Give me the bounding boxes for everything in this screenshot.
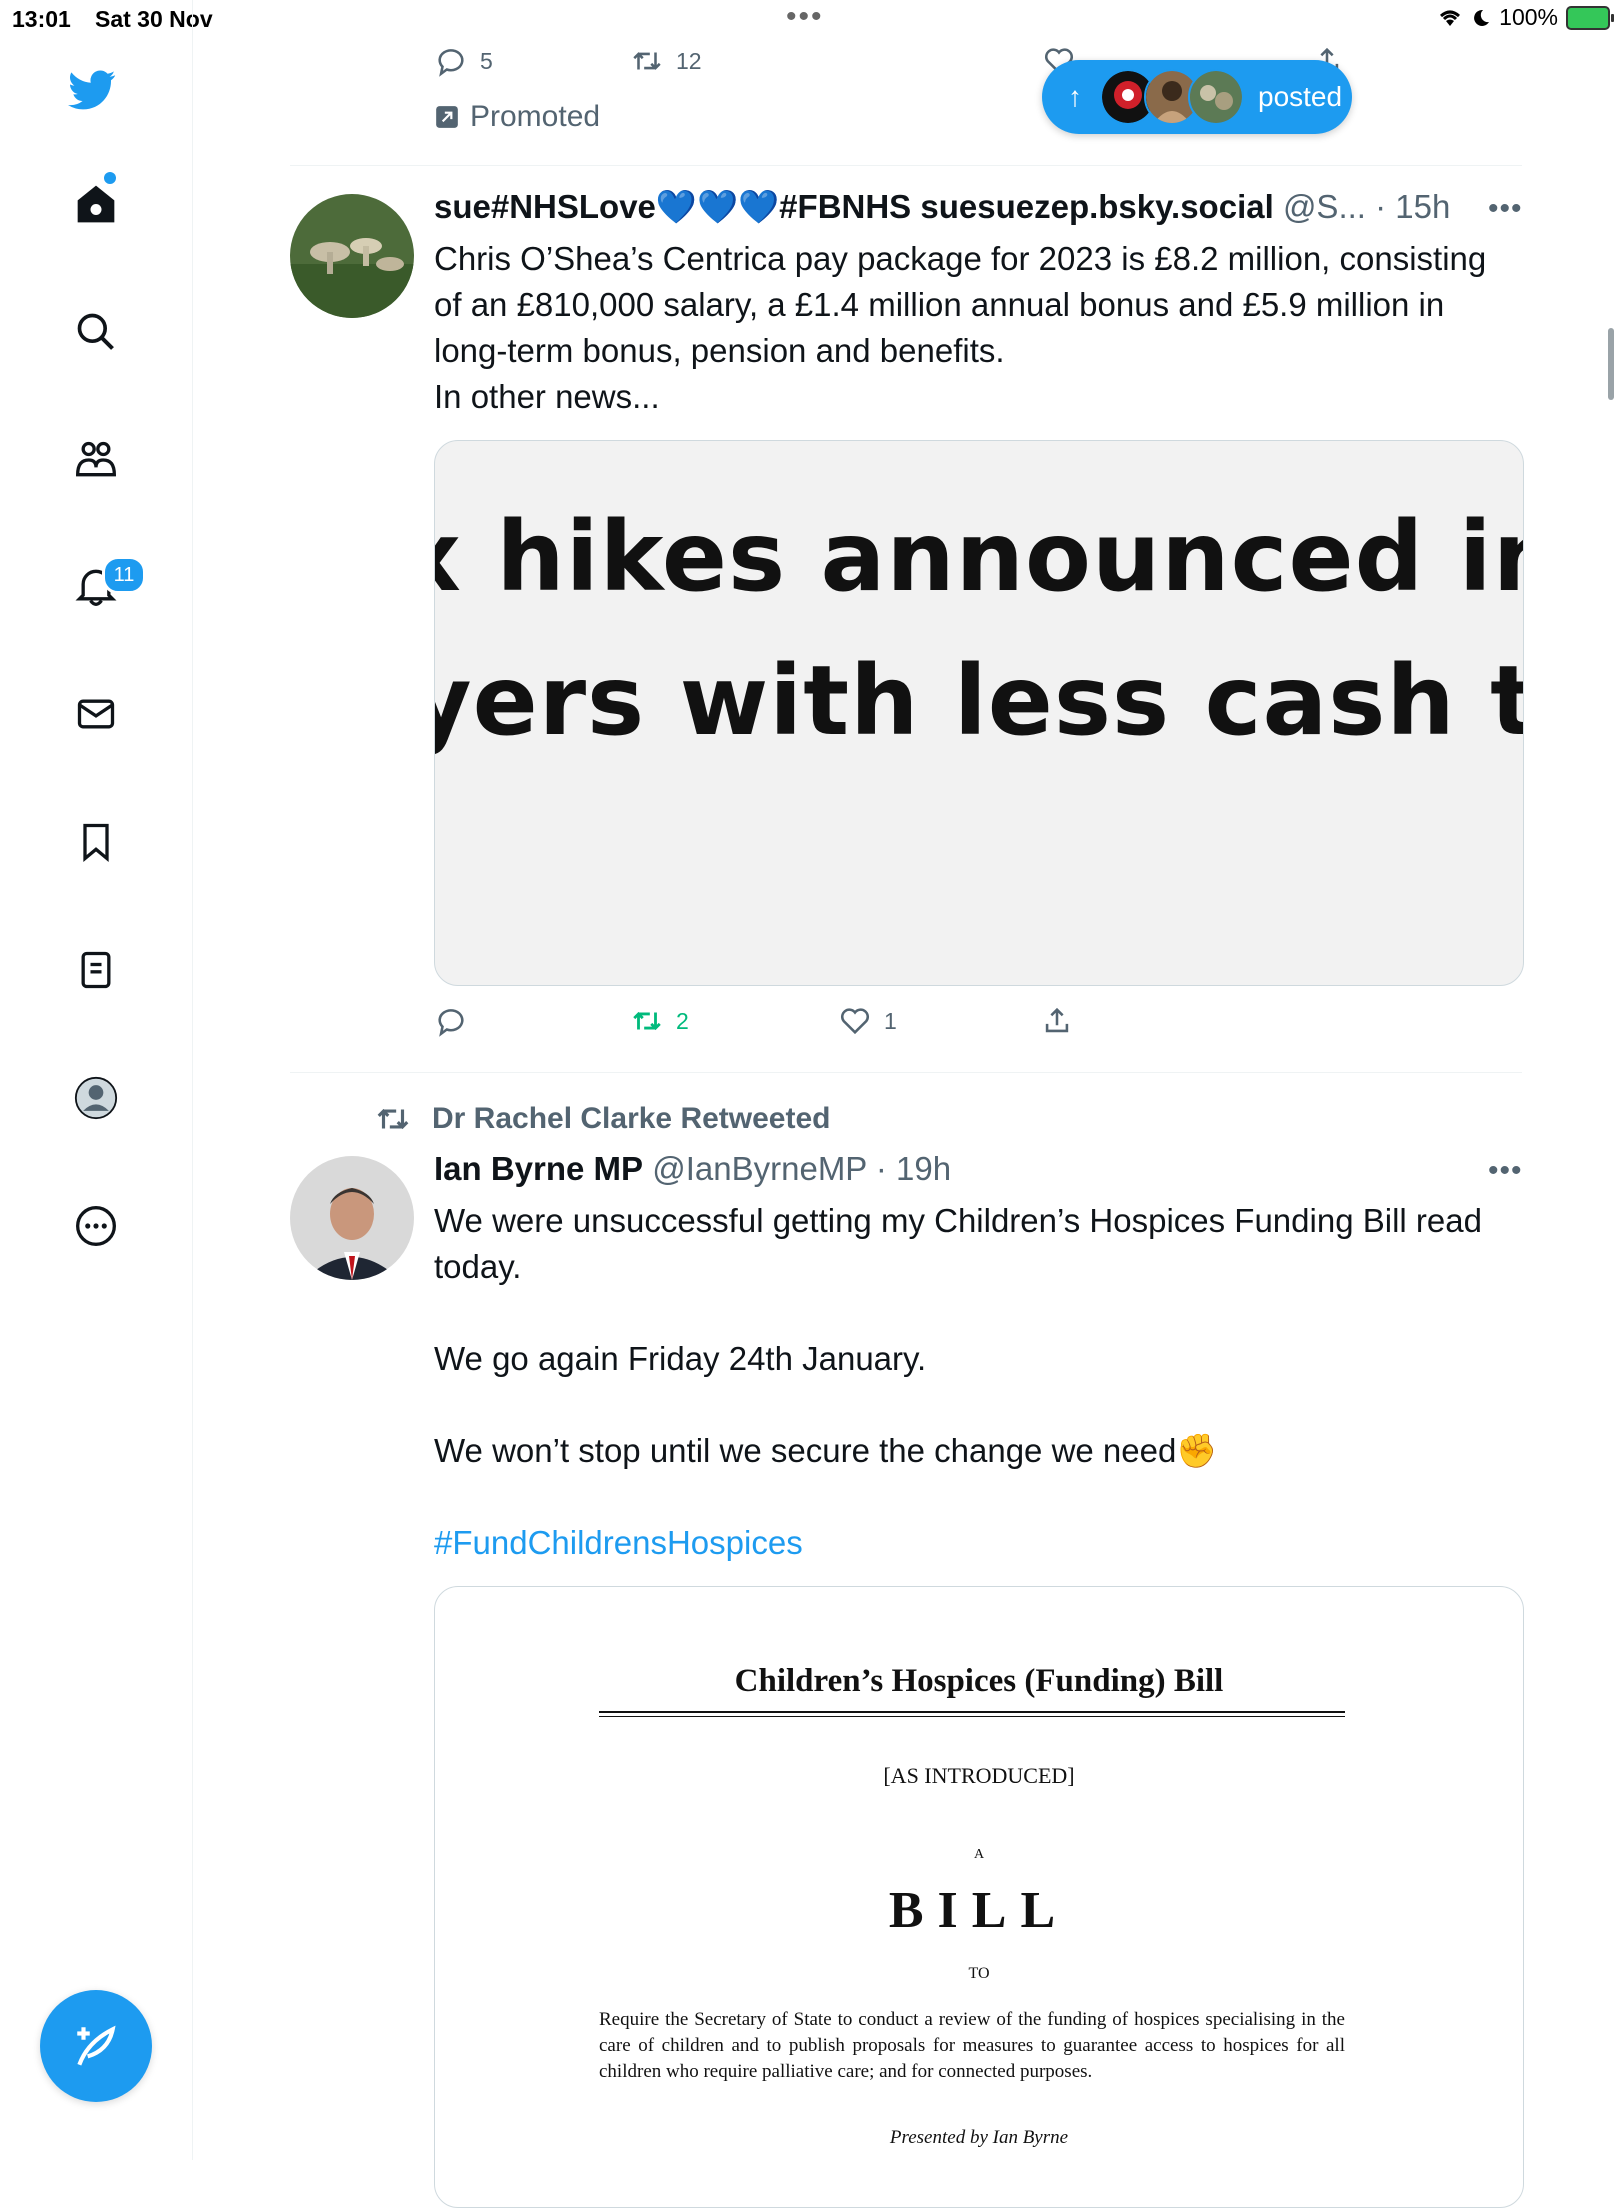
twitter-logo-icon[interactable] [68, 66, 116, 114]
home-unread-dot [104, 172, 116, 184]
divider [290, 1072, 1522, 1073]
retweet-button[interactable]: 12 [630, 44, 702, 78]
arrow-up-icon: ↑ [1068, 81, 1082, 112]
doc-subtitle: [AS INTRODUCED] [883, 1763, 1075, 1788]
bookmark-icon[interactable] [72, 818, 120, 866]
retweet-count: 12 [676, 47, 702, 74]
doc-a: A [973, 1847, 985, 1862]
promoted-text: Promoted [470, 100, 601, 133]
retweet-button[interactable]: 2 [630, 1004, 689, 1038]
more-circle-icon[interactable] [72, 1202, 120, 1250]
promoted-icon [436, 106, 458, 128]
retweet-icon [633, 52, 661, 70]
posted-avatars [1100, 69, 1244, 125]
multitask-dots-icon[interactable]: ••• [786, 0, 824, 34]
author-handle[interactable]: @S... [1283, 188, 1366, 225]
tweet-header: Ian Byrne MP @IanByrneMP · 19h [434, 1150, 951, 1188]
tweet-image[interactable]: x hikes announced in t yers with less ca… [434, 440, 1524, 986]
tweet-header: sue#NHSLove💙💙💙#FBNHS suesuezep.bsky.soci… [434, 188, 1450, 227]
posted-label: posted [1258, 81, 1343, 112]
profile-avatar-icon[interactable] [72, 1074, 120, 1122]
new-posts-pill[interactable]: ↑ posted [1042, 60, 1352, 134]
more-options-icon[interactable]: ••• [1488, 1154, 1523, 1188]
messages-envelope-icon[interactable] [72, 690, 120, 738]
doc-presented: Presented by Ian Byrne [889, 2127, 1069, 2148]
doc-rule [599, 1711, 1345, 1717]
compose-feather-icon [77, 2025, 116, 2066]
battery-icon [1566, 5, 1614, 30]
heart-icon [840, 1008, 870, 1035]
moon-icon [1474, 9, 1490, 26]
search-icon[interactable] [72, 308, 120, 356]
retweet-icon [377, 1108, 409, 1130]
retweet-count: 2 [676, 1007, 689, 1034]
scrollbar[interactable] [1608, 328, 1614, 400]
doc-bill: BILL [888, 1882, 1070, 1939]
avatar[interactable] [290, 194, 414, 318]
like-button[interactable]: 1 [838, 1004, 897, 1038]
tweet-text: We were unsuccessful getting my Children… [434, 1202, 1482, 1469]
avatar-thumbnail [1188, 69, 1244, 125]
status-right: 100% [1437, 4, 1614, 31]
doc-title: Children’s Hospices (Funding) Bill [734, 1663, 1224, 1699]
author-name[interactable]: sue#NHSLove💙💙💙#FBNHS suesuezep.bsky.soci… [434, 188, 1274, 225]
battery-percent: 100% [1499, 4, 1558, 30]
retweeted-by[interactable]: Dr Rachel Clarke Retweeted [374, 1100, 831, 1138]
retweet-icon [633, 1011, 661, 1031]
notifications-badge: 11 [102, 556, 146, 594]
image-text-line: x hikes announced in t [435, 501, 1523, 613]
more-options-icon[interactable]: ••• [1488, 192, 1523, 226]
tweet-text: Chris O’Shea’s Centrica pay package for … [434, 240, 1487, 415]
wifi-icon [1440, 10, 1461, 26]
avatar[interactable] [290, 1156, 414, 1280]
promoted-label: Promoted [434, 100, 600, 134]
image-text-line: yers with less cash to [434, 645, 1524, 757]
tweet-time[interactable]: · 19h [876, 1150, 951, 1187]
tweet-time[interactable]: · 15h [1375, 188, 1450, 225]
communities-icon[interactable] [72, 436, 120, 484]
sidebar: 11 [0, 0, 193, 2160]
share-button[interactable] [1040, 1004, 1074, 1038]
doc-body: Require the Secretary of State to conduc… [599, 2009, 1345, 2082]
home-icon[interactable] [72, 180, 120, 228]
like-count: 1 [884, 1007, 897, 1034]
hashtag-link[interactable]: #FundChildrensHospices [434, 1520, 1514, 1566]
divider [290, 165, 1522, 166]
status-bar: 13:01 Sat 30 Nov ••• 100% [0, 0, 1620, 40]
author-name[interactable]: Ian Byrne MP [434, 1150, 643, 1187]
reply-button[interactable]: 5 [434, 44, 493, 78]
lists-icon[interactable] [72, 946, 120, 994]
reply-button[interactable] [434, 1004, 468, 1038]
tweet-image-document[interactable]: Children’s Hospices (Funding) Bill [AS I… [434, 1586, 1524, 2208]
compose-tweet-button[interactable] [40, 1990, 152, 2102]
reply-icon [438, 49, 464, 77]
share-icon [1045, 1007, 1069, 1033]
doc-to: TO [968, 1965, 990, 1982]
reply-count: 5 [480, 47, 493, 74]
reply-icon [438, 1009, 464, 1037]
retweeted-by-text: Dr Rachel Clarke Retweeted [432, 1102, 831, 1135]
author-handle[interactable]: @IanByrneMP [652, 1150, 866, 1187]
